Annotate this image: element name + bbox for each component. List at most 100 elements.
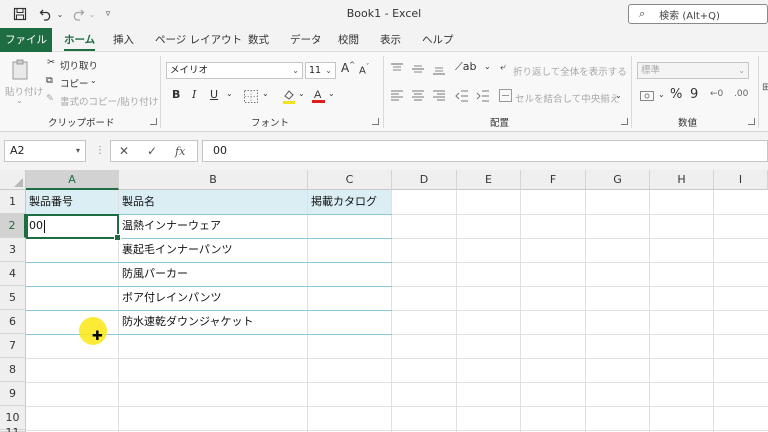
column-header-e[interactable]: E bbox=[457, 170, 521, 190]
header-cell-catalog[interactable]: 掲載カタログ bbox=[308, 190, 392, 214]
borders-dropdown-icon[interactable]: ⌄ bbox=[262, 89, 269, 98]
row-header-4[interactable]: 4 bbox=[0, 262, 26, 286]
column-header-b[interactable]: B bbox=[119, 170, 308, 190]
tab-view[interactable]: 表示 bbox=[380, 28, 401, 52]
bold-button[interactable]: B bbox=[172, 88, 180, 101]
align-center-icon[interactable] bbox=[411, 90, 425, 102]
column-header-a[interactable]: A bbox=[26, 170, 119, 190]
orientation-icon[interactable]: ⟋ab bbox=[455, 60, 476, 74]
cut-button[interactable]: 切り取り bbox=[60, 58, 98, 72]
number-format-select[interactable]: 標準 ⌄ bbox=[637, 62, 749, 79]
format-painter-button[interactable]: 書式のコピー/貼り付け bbox=[60, 94, 158, 108]
align-right-icon[interactable] bbox=[432, 90, 446, 102]
font-color-dropdown-icon[interactable]: ⌄ bbox=[328, 89, 335, 98]
accounting-format-icon[interactable] bbox=[640, 90, 656, 102]
clipboard-launcher-icon[interactable] bbox=[150, 118, 157, 125]
paste-dropdown-icon[interactable]: ⌄ bbox=[16, 96, 23, 105]
select-all-button[interactable] bbox=[0, 170, 26, 190]
column-header-c[interactable]: C bbox=[308, 170, 392, 190]
tab-review[interactable]: 校閲 bbox=[338, 28, 359, 52]
tab-page-layout[interactable]: ページ レイアウト bbox=[155, 28, 242, 52]
font-name-select[interactable]: メイリオ ⌄ bbox=[166, 62, 303, 79]
tab-insert[interactable]: 挿入 bbox=[113, 28, 134, 52]
row-header-3[interactable]: 3 bbox=[0, 238, 26, 262]
borders-icon[interactable] bbox=[244, 90, 258, 103]
cell-b6[interactable]: 防水速乾ダウンジャケット bbox=[119, 310, 307, 334]
underline-dropdown-icon[interactable]: ⌄ bbox=[226, 89, 233, 98]
enter-icon[interactable]: ✓ bbox=[147, 144, 157, 158]
row-header-7[interactable]: 7 bbox=[0, 334, 26, 358]
wrap-text-button[interactable]: 折り返して全体を表示する bbox=[513, 64, 627, 78]
underline-button[interactable]: U bbox=[210, 88, 218, 101]
column-header-g[interactable]: G bbox=[586, 170, 650, 190]
bottom-align-icon[interactable] bbox=[432, 63, 446, 75]
number-launcher-icon[interactable] bbox=[748, 118, 755, 125]
increase-indent-icon[interactable] bbox=[476, 90, 490, 102]
svg-text:A: A bbox=[314, 89, 322, 101]
top-align-icon[interactable] bbox=[390, 63, 404, 75]
middle-align-icon[interactable] bbox=[411, 63, 425, 75]
row-header-8[interactable]: 8 bbox=[0, 358, 26, 382]
formula-buttons: ✕ ✓ fx bbox=[110, 140, 198, 162]
cell-b3[interactable]: 裏起毛インナーパンツ bbox=[119, 238, 307, 262]
row-header-2[interactable]: 2 bbox=[0, 214, 26, 238]
copy-dropdown-icon[interactable]: ⌄ bbox=[90, 76, 97, 85]
tab-help[interactable]: ヘルプ bbox=[422, 28, 454, 52]
row-header-6[interactable]: 6 bbox=[0, 310, 26, 334]
cancel-icon[interactable]: ✕ bbox=[119, 144, 129, 158]
fill-color-icon[interactable] bbox=[282, 88, 296, 104]
chevron-down-icon: ⌄ bbox=[325, 66, 332, 75]
more-icon[interactable]: ⋮ bbox=[95, 145, 105, 156]
number-group-label: 数値 bbox=[678, 118, 698, 129]
gridline bbox=[26, 358, 768, 359]
column-header-d[interactable]: D bbox=[392, 170, 457, 190]
tab-formulas[interactable]: 数式 bbox=[248, 28, 269, 52]
search-box[interactable]: ⌕ 検索 (Alt+Q) bbox=[628, 4, 768, 24]
conditional-format-icon[interactable]: ⊞ bbox=[762, 82, 768, 93]
copy-button[interactable]: コピー bbox=[60, 76, 89, 90]
fill-color-dropdown-icon[interactable]: ⌄ bbox=[298, 89, 305, 98]
name-box[interactable]: A2 ▾ bbox=[4, 140, 86, 162]
merge-center-button[interactable]: セルを結合して中央揃え bbox=[515, 91, 619, 105]
gridline bbox=[713, 190, 714, 432]
column-header-h[interactable]: H bbox=[650, 170, 714, 190]
alignment-launcher-icon[interactable] bbox=[621, 118, 628, 125]
percent-button[interactable]: % bbox=[670, 87, 682, 102]
decrease-indent-icon[interactable] bbox=[455, 90, 469, 102]
tab-home[interactable]: ホーム bbox=[64, 28, 96, 52]
cell-b5[interactable]: ボア付レインパンツ bbox=[119, 286, 307, 310]
divider bbox=[758, 56, 759, 128]
cut-icon: ✂ bbox=[47, 57, 55, 68]
header-cell-product-code[interactable]: 製品番号 bbox=[26, 190, 118, 214]
comma-button[interactable]: 9 bbox=[690, 87, 698, 102]
accounting-dropdown-icon[interactable]: ⌄ bbox=[658, 90, 665, 99]
tab-data[interactable]: データ bbox=[290, 28, 322, 52]
column-header-f[interactable]: F bbox=[521, 170, 586, 190]
italic-button[interactable]: I bbox=[192, 88, 196, 101]
formula-input[interactable]: 00 bbox=[202, 140, 768, 162]
chevron-down-icon: ⌄ bbox=[738, 66, 745, 75]
worksheet-grid[interactable]: A B C D E F G H I 1 2 3 4 5 6 7 8 9 10 1… bbox=[0, 170, 768, 432]
font-color-icon[interactable]: A bbox=[312, 87, 325, 104]
align-left-icon[interactable] bbox=[390, 90, 404, 102]
tab-file[interactable]: ファイル bbox=[0, 28, 52, 52]
shrink-font-button[interactable]: Aˇ bbox=[359, 63, 369, 76]
format-painter-icon: ✎ bbox=[46, 93, 54, 104]
row-header-5[interactable]: 5 bbox=[0, 286, 26, 310]
header-cell-product-name[interactable]: 製品名 bbox=[119, 190, 307, 214]
increase-decimal-icon[interactable]: ←0 bbox=[710, 89, 723, 99]
font-launcher-icon[interactable] bbox=[372, 118, 379, 125]
paste-button[interactable]: 貼り付け bbox=[5, 84, 43, 98]
cell-b4[interactable]: 防風パーカー bbox=[119, 262, 307, 286]
row-header-1[interactable]: 1 bbox=[0, 190, 26, 214]
decrease-decimal-icon[interactable]: .00 bbox=[734, 89, 748, 99]
column-header-i[interactable]: I bbox=[714, 170, 768, 190]
cell-b2[interactable]: 温熱インナーウェア bbox=[119, 214, 307, 238]
insert-function-icon[interactable]: fx bbox=[175, 145, 185, 158]
clipboard-group-label: クリップボード bbox=[48, 118, 115, 129]
row-header-9[interactable]: 9 bbox=[0, 382, 26, 406]
merge-dropdown-icon[interactable]: ⌄ bbox=[615, 91, 622, 100]
font-size-select[interactable]: 11 ⌄ bbox=[305, 62, 336, 79]
orientation-dropdown-icon[interactable]: ⌄ bbox=[484, 62, 491, 71]
grow-font-button[interactable]: A^ bbox=[341, 61, 355, 75]
